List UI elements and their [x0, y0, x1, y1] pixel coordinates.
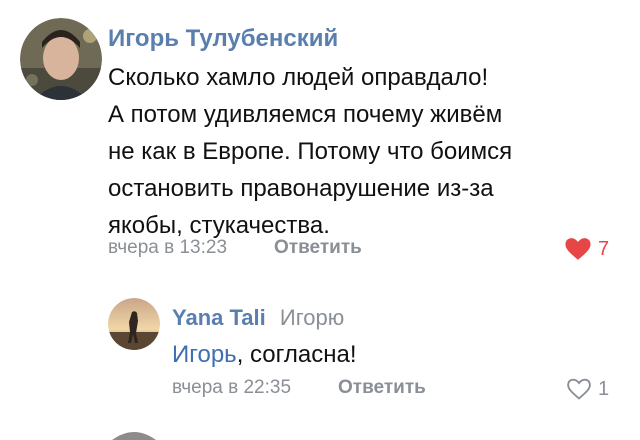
- comment-author[interactable]: Игорь Тулубенский: [108, 24, 338, 54]
- comment-line: А потом удивляемся почему живём: [108, 101, 503, 128]
- reply-text-rest: , согласна!: [236, 341, 357, 368]
- mention-link[interactable]: Игорь: [172, 341, 237, 368]
- like-button[interactable]: 7: [564, 236, 609, 262]
- comment-line: Сколько хамло людей оправдало!: [108, 64, 489, 91]
- like-button[interactable]: 1: [566, 376, 609, 402]
- comment-line: остановить правонарушение из-за: [108, 175, 494, 202]
- reply-button[interactable]: Ответить: [274, 236, 362, 260]
- like-count: 7: [598, 238, 610, 260]
- like-count: 1: [598, 378, 610, 400]
- heart-filled-icon: [565, 238, 591, 260]
- reply-header: Yana Tali Игорю: [172, 304, 344, 332]
- avatar[interactable]: [20, 18, 102, 100]
- comment-timestamp: вчера в 13:23: [108, 237, 228, 258]
- reply-timestamp: вчера в 22:35: [172, 377, 292, 398]
- reply-comment: Yana Tali Игорю Игорь, согласна! вчера в…: [0, 288, 640, 418]
- reply-author[interactable]: Yana Tali: [172, 305, 266, 330]
- reply-to[interactable]: Игорю: [280, 305, 344, 330]
- comment-text: Сколько хамло людей оправдало! А потом у…: [108, 59, 628, 244]
- reply-button[interactable]: Ответить: [338, 376, 426, 400]
- avatar[interactable]: [108, 298, 160, 350]
- comment: Игорь Тулубенский Сколько хамло людей оп…: [0, 0, 640, 270]
- reply-text: Игорь, согласна!: [172, 339, 357, 371]
- avatar[interactable]: [108, 430, 160, 440]
- heart-outline-icon: [567, 378, 591, 400]
- comment-line: не как в Европе. Потому что боимся: [108, 138, 513, 165]
